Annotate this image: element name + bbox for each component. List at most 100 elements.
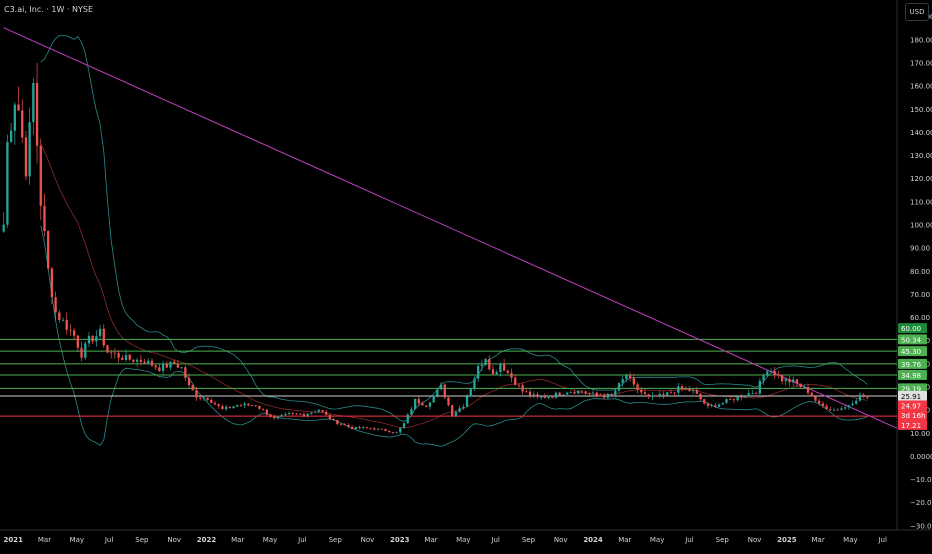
candle-body xyxy=(443,384,446,398)
candle-body xyxy=(795,379,799,384)
candle-body xyxy=(862,394,865,398)
candle-body xyxy=(547,397,550,399)
candle-body xyxy=(469,388,472,397)
candle-body xyxy=(814,396,817,401)
y-tick-label: 160.00 xyxy=(910,83,932,91)
candle-body xyxy=(206,397,209,400)
candle-body xyxy=(376,428,380,430)
candle-body xyxy=(17,104,20,111)
candle-body xyxy=(614,390,617,395)
x-tick-label: 2021 xyxy=(3,536,23,544)
candle-body xyxy=(421,403,424,406)
candle-body xyxy=(98,328,102,337)
candle-body xyxy=(258,405,261,409)
candle-body xyxy=(72,330,76,336)
x-tick-label: May xyxy=(650,536,664,544)
candle-body xyxy=(484,359,487,365)
x-tick-label: Nov xyxy=(361,536,375,544)
price-label-text: 24.97 xyxy=(901,402,921,410)
candle-body xyxy=(621,379,624,384)
candle-body xyxy=(343,424,346,426)
x-tick-label: Jul xyxy=(684,536,694,544)
candle-body xyxy=(232,406,235,409)
candle-body xyxy=(603,396,606,398)
candle-body xyxy=(766,371,769,376)
candle-body xyxy=(128,354,131,360)
currency-button[interactable]: USD xyxy=(905,3,929,21)
x-tick-label: Jul xyxy=(297,536,307,544)
x-tick-label: Mar xyxy=(231,536,244,544)
candle-body xyxy=(617,383,621,391)
candle-body xyxy=(495,372,498,375)
x-tick-label: May xyxy=(70,536,84,544)
candle-body xyxy=(654,395,658,397)
candle-body xyxy=(184,367,187,378)
candle-body xyxy=(680,386,684,390)
candle-body xyxy=(187,377,191,386)
y-tick-label: 110.00 xyxy=(910,198,932,206)
chart-area[interactable]: 190.00180.00170.00160.00150.00140.00130.… xyxy=(0,0,932,550)
candle-body xyxy=(173,361,176,364)
candle-body xyxy=(666,392,669,396)
candle-body xyxy=(725,399,728,403)
candle-body xyxy=(784,378,787,382)
candle-body xyxy=(58,312,61,321)
candle-body xyxy=(625,375,628,380)
candle-body xyxy=(803,387,806,388)
candle-body xyxy=(362,427,365,429)
candle-body xyxy=(836,409,839,411)
price-chart[interactable]: 190.00180.00170.00160.00150.00140.00130.… xyxy=(0,0,932,550)
candle-body xyxy=(95,336,98,342)
x-tick-label: Sep xyxy=(522,536,536,544)
candle-body xyxy=(313,411,317,413)
candle-body xyxy=(91,335,94,342)
candle-body xyxy=(132,359,135,362)
candle-body xyxy=(236,405,239,407)
candle-body xyxy=(699,393,702,400)
candle-body xyxy=(462,406,465,409)
candle-body xyxy=(50,268,54,298)
candle-body xyxy=(280,415,283,417)
candle-body xyxy=(743,396,747,398)
candle-body xyxy=(517,384,521,386)
candle-body xyxy=(384,429,387,431)
x-tick-label: Nov xyxy=(167,536,181,544)
candle-body xyxy=(792,379,795,383)
candle-body xyxy=(254,405,257,407)
x-tick-label: Mar xyxy=(424,536,437,544)
candle-body xyxy=(643,392,647,395)
candle-body xyxy=(347,425,350,427)
candle-body xyxy=(139,359,143,362)
candle-body xyxy=(777,374,780,376)
candle-body xyxy=(265,409,269,415)
candle-body xyxy=(328,414,332,420)
candle-body xyxy=(769,371,773,372)
candle-body xyxy=(658,394,661,397)
candle-body xyxy=(295,413,298,415)
candle-body xyxy=(425,405,428,407)
candle-body xyxy=(202,397,206,399)
x-tick-label: Sep xyxy=(716,536,730,544)
x-tick-label: May xyxy=(843,536,857,544)
candle-body xyxy=(247,403,250,406)
candle-body xyxy=(636,384,639,390)
candle-body xyxy=(510,372,513,378)
x-tick-label: Mar xyxy=(38,536,51,544)
candle-body xyxy=(584,391,587,393)
price-label-text: 50.34 xyxy=(901,336,922,344)
candle-body xyxy=(402,423,406,428)
candle-body xyxy=(447,397,450,406)
candle-body xyxy=(729,399,732,400)
price-label-text: 39.76 xyxy=(901,361,922,369)
candle-body xyxy=(413,398,417,410)
candle-body xyxy=(406,414,409,424)
x-tick-label: Jul xyxy=(104,536,114,544)
candle-body xyxy=(669,392,673,394)
candle-body xyxy=(703,399,706,404)
candle-body xyxy=(551,397,554,398)
candle-body xyxy=(273,416,276,419)
candle-body xyxy=(24,137,28,177)
candle-body xyxy=(591,392,595,394)
symbol-title: C3.ai, Inc. · 1W · NYSE xyxy=(4,5,94,14)
candle-body xyxy=(250,405,254,407)
